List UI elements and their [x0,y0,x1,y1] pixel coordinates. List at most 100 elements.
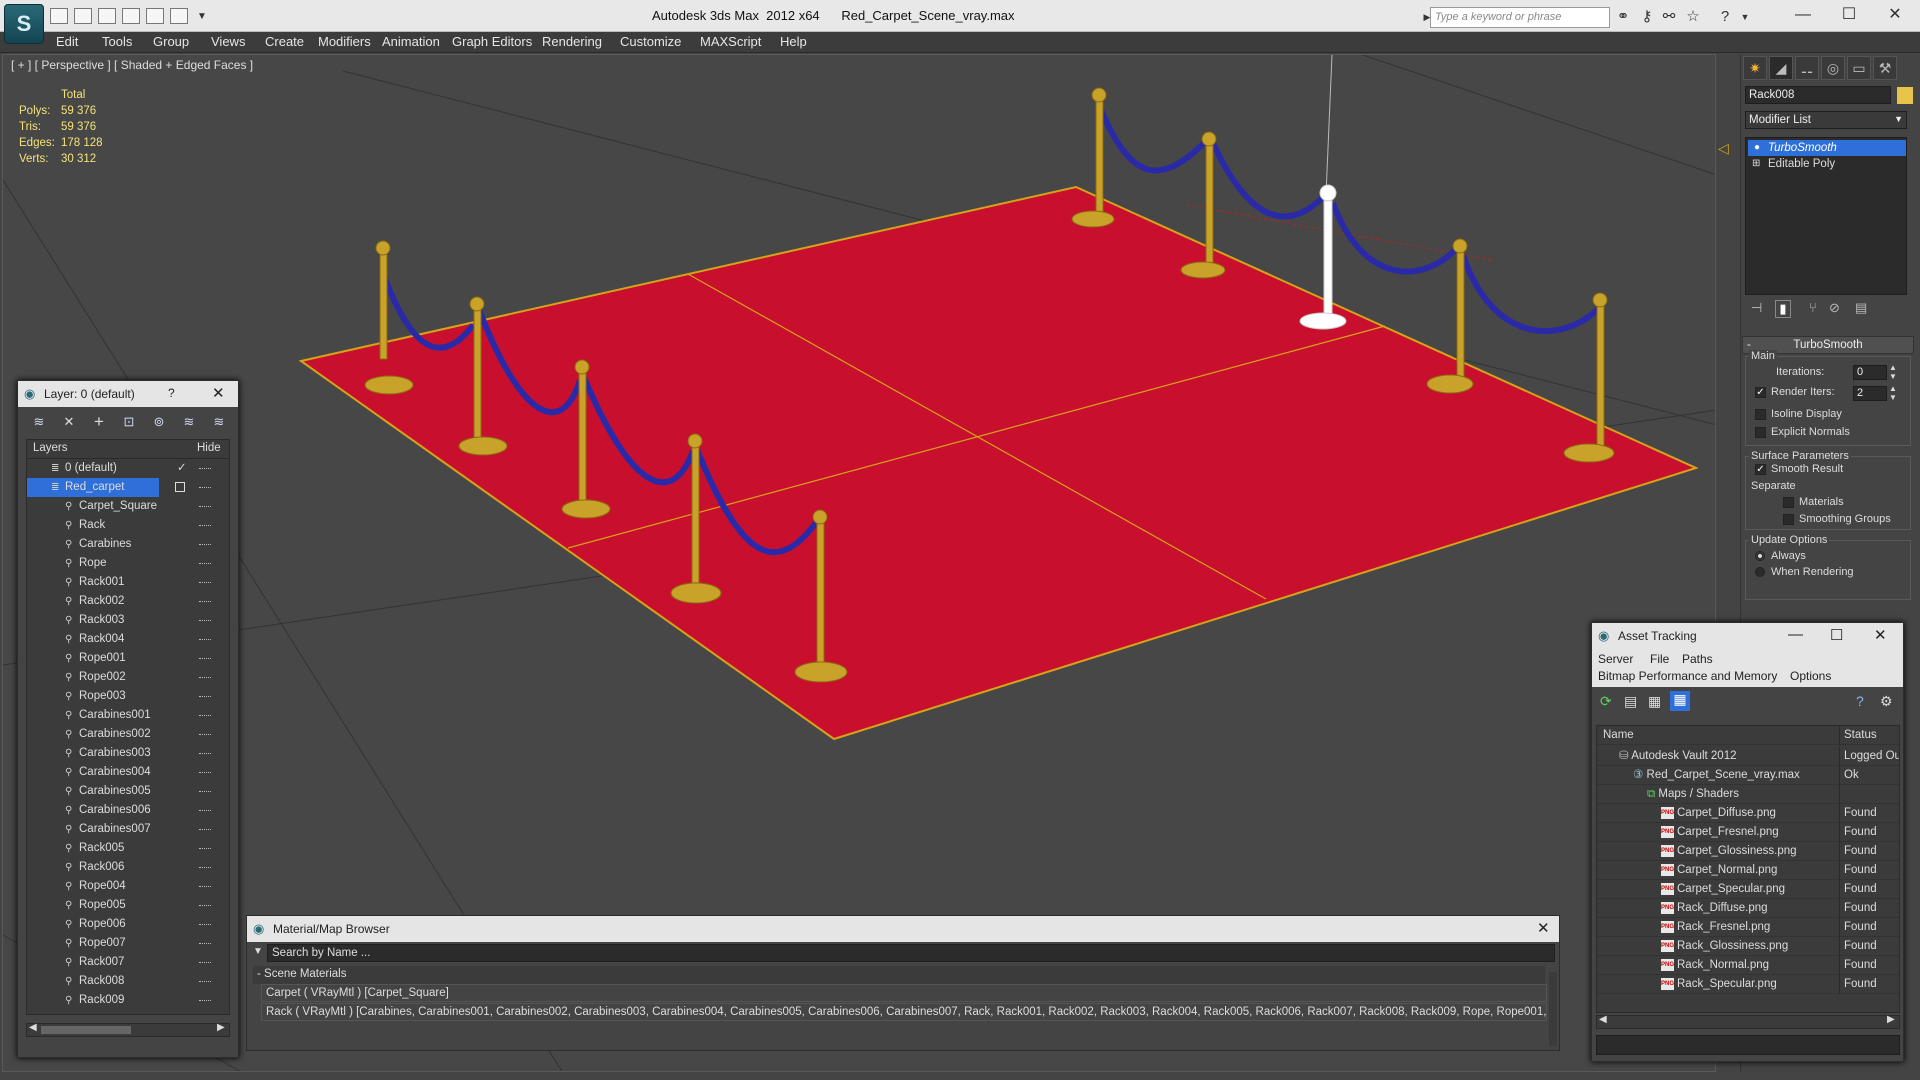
hide-toggle[interactable] [199,544,211,546]
open-file-icon[interactable] [50,8,68,24]
hide-toggle[interactable] [199,677,211,679]
layer-object-row[interactable]: ⚲ Carabines006 [27,801,229,820]
asset-row[interactable]: PNG Carpet_Glossiness.png Found [1597,842,1899,861]
layer-object-row[interactable]: ⚲ Carabines001 [27,706,229,725]
material-item-rack[interactable]: Rack ( VRayMtl ) [Carabines, Carabines00… [261,1003,1547,1021]
set-current-layer-box[interactable] [175,482,185,492]
hide-toggle[interactable] [199,582,211,584]
close-icon[interactable]: ✕ [1537,919,1550,937]
layer-object-row[interactable]: ⚲ Carabines [27,535,229,554]
maximize-button[interactable]: ☐ [1830,626,1843,644]
layer-object-row[interactable]: ⚲ Rope004 [27,877,229,896]
modifier-list-dropdown[interactable]: Modifier List ▼ [1745,111,1907,129]
layer-object-row[interactable]: ⚲ Rope006 [27,915,229,934]
layer-dialog-titlebar[interactable]: ◉ Layer: 0 (default) ? ✕ [18,381,238,407]
detail-view-icon[interactable]: ▦ [1648,693,1661,710]
layer-object-row[interactable]: ⚲ Rack002 [27,592,229,611]
add-to-layer-icon[interactable]: + [90,413,108,431]
favorites-star-icon[interactable]: ☆ [1684,8,1702,26]
hide-toggle[interactable] [199,981,211,983]
asset-row[interactable]: PNG Carpet_Normal.png Found [1597,861,1899,880]
motion-tab-icon[interactable]: ◎ [1821,56,1845,80]
layer-row[interactable]: ≣ 0 (default) ✓ [27,459,229,478]
column-name[interactable]: Name [1603,726,1634,745]
hide-toggle[interactable] [199,1000,211,1002]
asset-row[interactable]: PNG Rack_Fresnel.png Found [1597,918,1899,937]
material-vertical-scrollbar[interactable] [1549,972,1557,1046]
show-end-result-icon[interactable]: ▮ [1775,300,1791,318]
iterations-spinner[interactable]: 0 [1853,365,1887,380]
hold-icon[interactable] [146,8,164,24]
hide-toggle[interactable] [199,563,211,565]
menu-options[interactable]: Options [1790,669,1831,683]
object-color-swatch[interactable] [1897,87,1913,104]
menu-help[interactable]: Help [780,34,807,49]
asset-horizontal-scrollbar[interactable]: ◀ ▶ [1596,1014,1900,1029]
display-tab-icon[interactable]: ▭ [1847,56,1871,80]
scroll-right-icon[interactable]: ▶ [1887,1014,1895,1025]
hide-toggle[interactable] [199,886,211,888]
select-objects-in-layer-icon[interactable]: ⊡ [120,413,138,431]
save-file-icon[interactable] [74,8,92,24]
communication-center-icon[interactable]: ⚯ [1660,8,1678,26]
delete-layer-icon[interactable]: ✕ [60,413,78,431]
bulb-icon[interactable]: ● [1754,140,1760,156]
scroll-right-icon[interactable]: ▶ [217,1022,225,1033]
modify-tab-icon[interactable]: ◢ [1769,56,1793,80]
menu-file[interactable]: File [1650,652,1669,666]
app-logo-icon[interactable]: S [4,4,44,44]
hide-all-layers-icon[interactable]: ≋ [180,413,198,431]
layer-object-row[interactable]: ⚲ Rope005 [27,896,229,915]
current-layer-check-icon[interactable]: ✓ [177,459,187,478]
menu-paths[interactable]: Paths [1682,652,1713,666]
material-search-input[interactable]: Search by Name ... [267,944,1555,962]
help-dropdown-icon[interactable]: ▼ [1736,8,1754,26]
hide-toggle[interactable] [199,715,211,717]
layer-object-row[interactable]: ⚲ Carpet_Square [27,497,229,516]
when-rendering-radio[interactable] [1755,567,1765,577]
hide-toggle[interactable] [199,772,211,774]
highlight-selected-layer-icon[interactable]: ⊚ [150,413,168,431]
menu-customize[interactable]: Customize [620,34,681,49]
hide-toggle[interactable] [199,639,211,641]
menu-animation[interactable]: Animation [382,34,440,49]
material-browser-titlebar[interactable]: ◉ Material/Map Browser ✕ [247,916,1559,942]
separate-smoothing-groups-checkbox[interactable] [1783,514,1794,525]
hide-toggle[interactable] [199,810,211,812]
list-view-icon[interactable]: ▤ [1624,693,1637,710]
asset-row[interactable]: PNG Rack_Specular.png Found [1597,975,1899,994]
help-button[interactable]: ? [168,386,175,400]
layer-object-row[interactable]: ⚲ Rope007 [27,934,229,953]
layer-object-row[interactable]: ⚲ Rack006 [27,858,229,877]
fetch-icon[interactable] [170,8,188,24]
hide-toggle[interactable] [199,734,211,736]
settings-icon[interactable]: ⚙ [1880,693,1893,710]
layer-object-row[interactable]: ⚲ Rack005 [27,839,229,858]
binoculars-icon[interactable]: ⚭ [1614,8,1632,26]
table-view-icon[interactable]: ▦ [1670,691,1690,711]
minimize-button[interactable]: — [1788,626,1803,643]
refresh-icon[interactable]: ⟳ [1600,693,1612,710]
hide-toggle[interactable] [199,658,211,660]
menu-modifiers[interactable]: Modifiers [318,34,371,49]
layer-object-row[interactable]: ⚲ Rack [27,516,229,535]
column-status[interactable]: Status [1839,726,1877,745]
hide-toggle[interactable] [199,924,211,926]
create-tab-icon[interactable]: ✷ [1743,56,1767,80]
asset-tracking-titlebar[interactable]: ◉ Asset Tracking — ☐ ✕ [1592,623,1903,649]
layer-object-row[interactable]: ⚲ Rope002 [27,668,229,687]
layer-object-row[interactable]: ⚲ Carabines003 [27,744,229,763]
menu-server[interactable]: Server [1598,652,1633,666]
subscription-key-icon[interactable]: ⚷ [1638,8,1656,26]
browser-options-dropdown-icon[interactable]: ▼ [253,946,263,957]
hide-toggle[interactable] [199,962,211,964]
layer-object-row[interactable]: ⚲ Rack003 [27,611,229,630]
help-icon[interactable]: ? [1856,693,1864,709]
panel-collapse-arrow-icon[interactable]: ◁ [1718,140,1729,157]
render-iters-spinner[interactable]: 2 [1853,386,1887,401]
asset-row[interactable]: PNG Carpet_Diffuse.png Found [1597,804,1899,823]
asset-row[interactable]: ③ Red_Carpet_Scene_vray.max Ok [1597,766,1899,785]
search-input[interactable]: Type a keyword or phrase [1430,7,1610,28]
hide-toggle[interactable] [199,525,211,527]
quick-access-dropdown-icon[interactable]: ▼ [193,8,211,26]
